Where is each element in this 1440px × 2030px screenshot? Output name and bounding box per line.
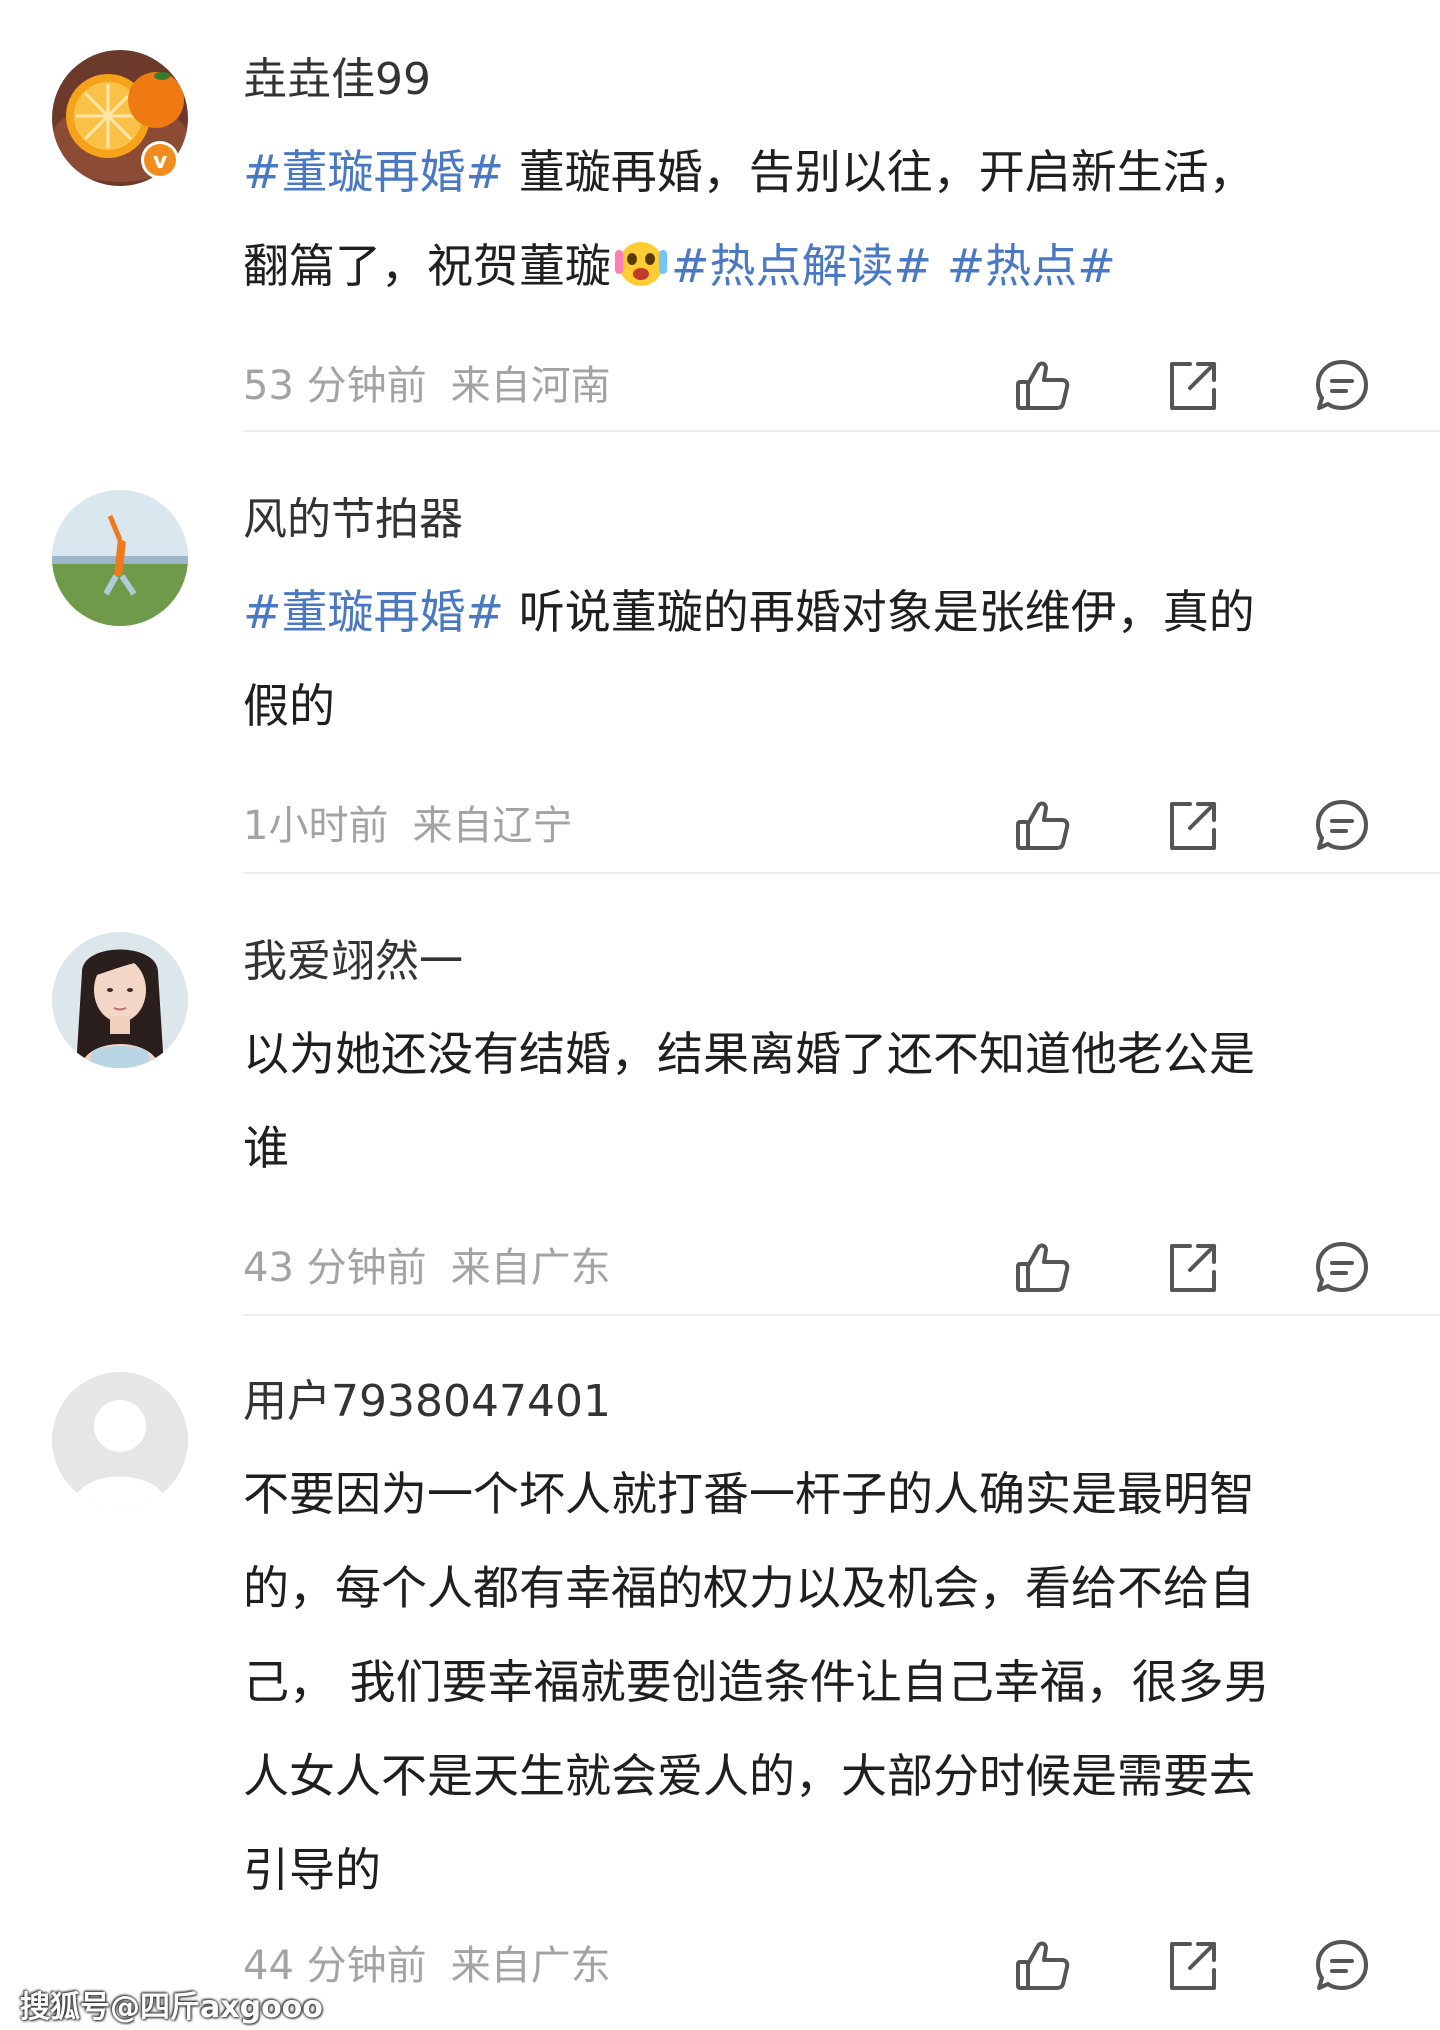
username[interactable]: 垚垚佳99 <box>243 50 431 110</box>
text-line: 不要因为一个坏人就打番一杆子的人确实是最明智 <box>243 1447 1393 1541</box>
action-bar <box>1010 1236 1390 1300</box>
comment-meta: 53 分钟前 来自河南 <box>243 358 611 414</box>
action-bar <box>1010 794 1390 858</box>
post-time: 53 分钟前 <box>243 363 427 409</box>
comment-meta: 44 分钟前 来自广东 <box>243 1938 611 1994</box>
post-location: 来自辽宁 <box>412 803 573 849</box>
hashtag-link[interactable]: #董璇再婚# <box>243 585 504 639</box>
text-span: 引导的 <box>243 1843 381 1897</box>
thumbs-up-icon[interactable] <box>1010 354 1074 418</box>
share-icon[interactable] <box>1160 1934 1224 1998</box>
comment-text: #董璇再婚# 听说董璇的再婚对象是张维伊，真的 假的 <box>243 565 1393 753</box>
comment-item: 我爱翊然一 以为她还没有结婚，结果离婚了还不知道他老公是 谁 43 分钟前 来自广… <box>0 932 1440 1312</box>
hashtag-link[interactable]: #热点解读# <box>671 239 932 293</box>
comment-meta: 43 分钟前 来自广东 <box>243 1240 611 1296</box>
comment-text: 不要因为一个坏人就打番一杆子的人确实是最明智 的，每个人都有幸福的权力以及机会，… <box>243 1447 1393 1917</box>
action-bar <box>1010 1934 1390 1998</box>
text-span: 听说董璇的再婚对象是张维伊，真的 <box>504 585 1255 639</box>
text-span: 己， 我们要幸福就要创造条件让自己幸福，很多男 <box>243 1655 1270 1709</box>
action-bar <box>1010 354 1390 418</box>
comment-meta: 1小时前 来自辽宁 <box>243 798 572 854</box>
post-location: 来自广东 <box>450 1245 611 1291</box>
hashtag-link[interactable]: #董璇再婚# <box>243 145 504 199</box>
svg-text:v: v <box>153 149 168 174</box>
excited-face-emoji-icon <box>611 232 671 292</box>
text-line: 人女人不是天生就会爱人的，大部分时候是需要去 <box>243 1729 1393 1823</box>
post-location: 来自河南 <box>450 363 611 409</box>
thumbs-up-icon[interactable] <box>1010 1236 1074 1300</box>
text-span: 以为她还没有结婚，结果离婚了还不知道他老公是 <box>243 1027 1255 1081</box>
username[interactable]: 用户7938047401 <box>243 1372 611 1432</box>
text-span <box>932 239 947 293</box>
share-icon[interactable] <box>1160 1236 1224 1300</box>
divider <box>243 872 1440 874</box>
text-line: #董璇再婚# 董璇再婚，告别以往，开启新生活， <box>243 125 1393 219</box>
post-location: 来自广东 <box>450 1943 611 1989</box>
text-span: 假的 <box>243 679 335 733</box>
text-line: #董璇再婚# 听说董璇的再婚对象是张维伊，真的 <box>243 565 1393 659</box>
post-time: 1小时前 <box>243 803 389 849</box>
comment-icon[interactable] <box>1310 1236 1374 1300</box>
username[interactable]: 我爱翊然一 <box>243 932 463 992</box>
text-span: 不要因为一个坏人就打番一杆子的人确实是最明智 <box>243 1467 1255 1521</box>
text-line: 以为她还没有结婚，结果离婚了还不知道他老公是 <box>243 1007 1393 1101</box>
comment-item: 用户7938047401 不要因为一个坏人就打番一杆子的人确实是最明智 的，每个… <box>0 1372 1440 1992</box>
comment-icon[interactable] <box>1310 1934 1374 1998</box>
verified-badge-icon: v <box>140 140 180 180</box>
comment-text: 以为她还没有结婚，结果离婚了还不知道他老公是 谁 <box>243 1007 1393 1195</box>
comment-item: 风的节拍器 #董璇再婚# 听说董璇的再婚对象是张维伊，真的 假的 1小时前 来自辽… <box>0 490 1440 870</box>
text-span: 人女人不是天生就会爱人的，大部分时候是需要去 <box>243 1749 1255 1803</box>
share-icon[interactable] <box>1160 794 1224 858</box>
text-line: 引导的 <box>243 1823 1393 1917</box>
share-icon[interactable] <box>1160 354 1224 418</box>
post-time: 44 分钟前 <box>243 1943 427 1989</box>
text-line: 己， 我们要幸福就要创造条件让自己幸福，很多男 <box>243 1635 1393 1729</box>
text-line: 谁 <box>243 1101 1393 1195</box>
avatar[interactable] <box>52 490 188 626</box>
comment-item: v 垚垚佳99 #董璇再婚# 董璇再婚，告别以往，开启新生活， 翻篇了，祝贺董璇… <box>0 50 1440 430</box>
thumbs-up-icon[interactable] <box>1010 794 1074 858</box>
comment-text: #董璇再婚# 董璇再婚，告别以往，开启新生活， 翻篇了，祝贺董璇 #热点解读# … <box>243 125 1393 313</box>
text-span: 的，每个人都有幸福的权力以及机会，看给不给自 <box>243 1561 1255 1615</box>
avatar[interactable] <box>52 932 188 1068</box>
text-span: 董璇再婚，告别以往，开启新生活， <box>504 145 1255 199</box>
text-line: 翻篇了，祝贺董璇 #热点解读# #热点# <box>243 219 1393 313</box>
watermark: 搜狐号@四斤axgooo <box>20 1990 323 2025</box>
avatar[interactable] <box>52 1372 188 1508</box>
text-line: 的，每个人都有幸福的权力以及机会，看给不给自 <box>243 1541 1393 1635</box>
divider <box>243 1314 1440 1316</box>
text-span: 谁 <box>243 1121 289 1175</box>
comment-icon[interactable] <box>1310 354 1374 418</box>
text-span: 翻篇了，祝贺董璇 <box>243 239 611 293</box>
post-time: 43 分钟前 <box>243 1245 427 1291</box>
username[interactable]: 风的节拍器 <box>243 490 463 550</box>
thumbs-up-icon[interactable] <box>1010 1934 1074 1998</box>
comment-icon[interactable] <box>1310 794 1374 858</box>
text-line: 假的 <box>243 659 1393 753</box>
hashtag-link[interactable]: #热点# <box>947 239 1116 293</box>
divider <box>243 430 1440 432</box>
